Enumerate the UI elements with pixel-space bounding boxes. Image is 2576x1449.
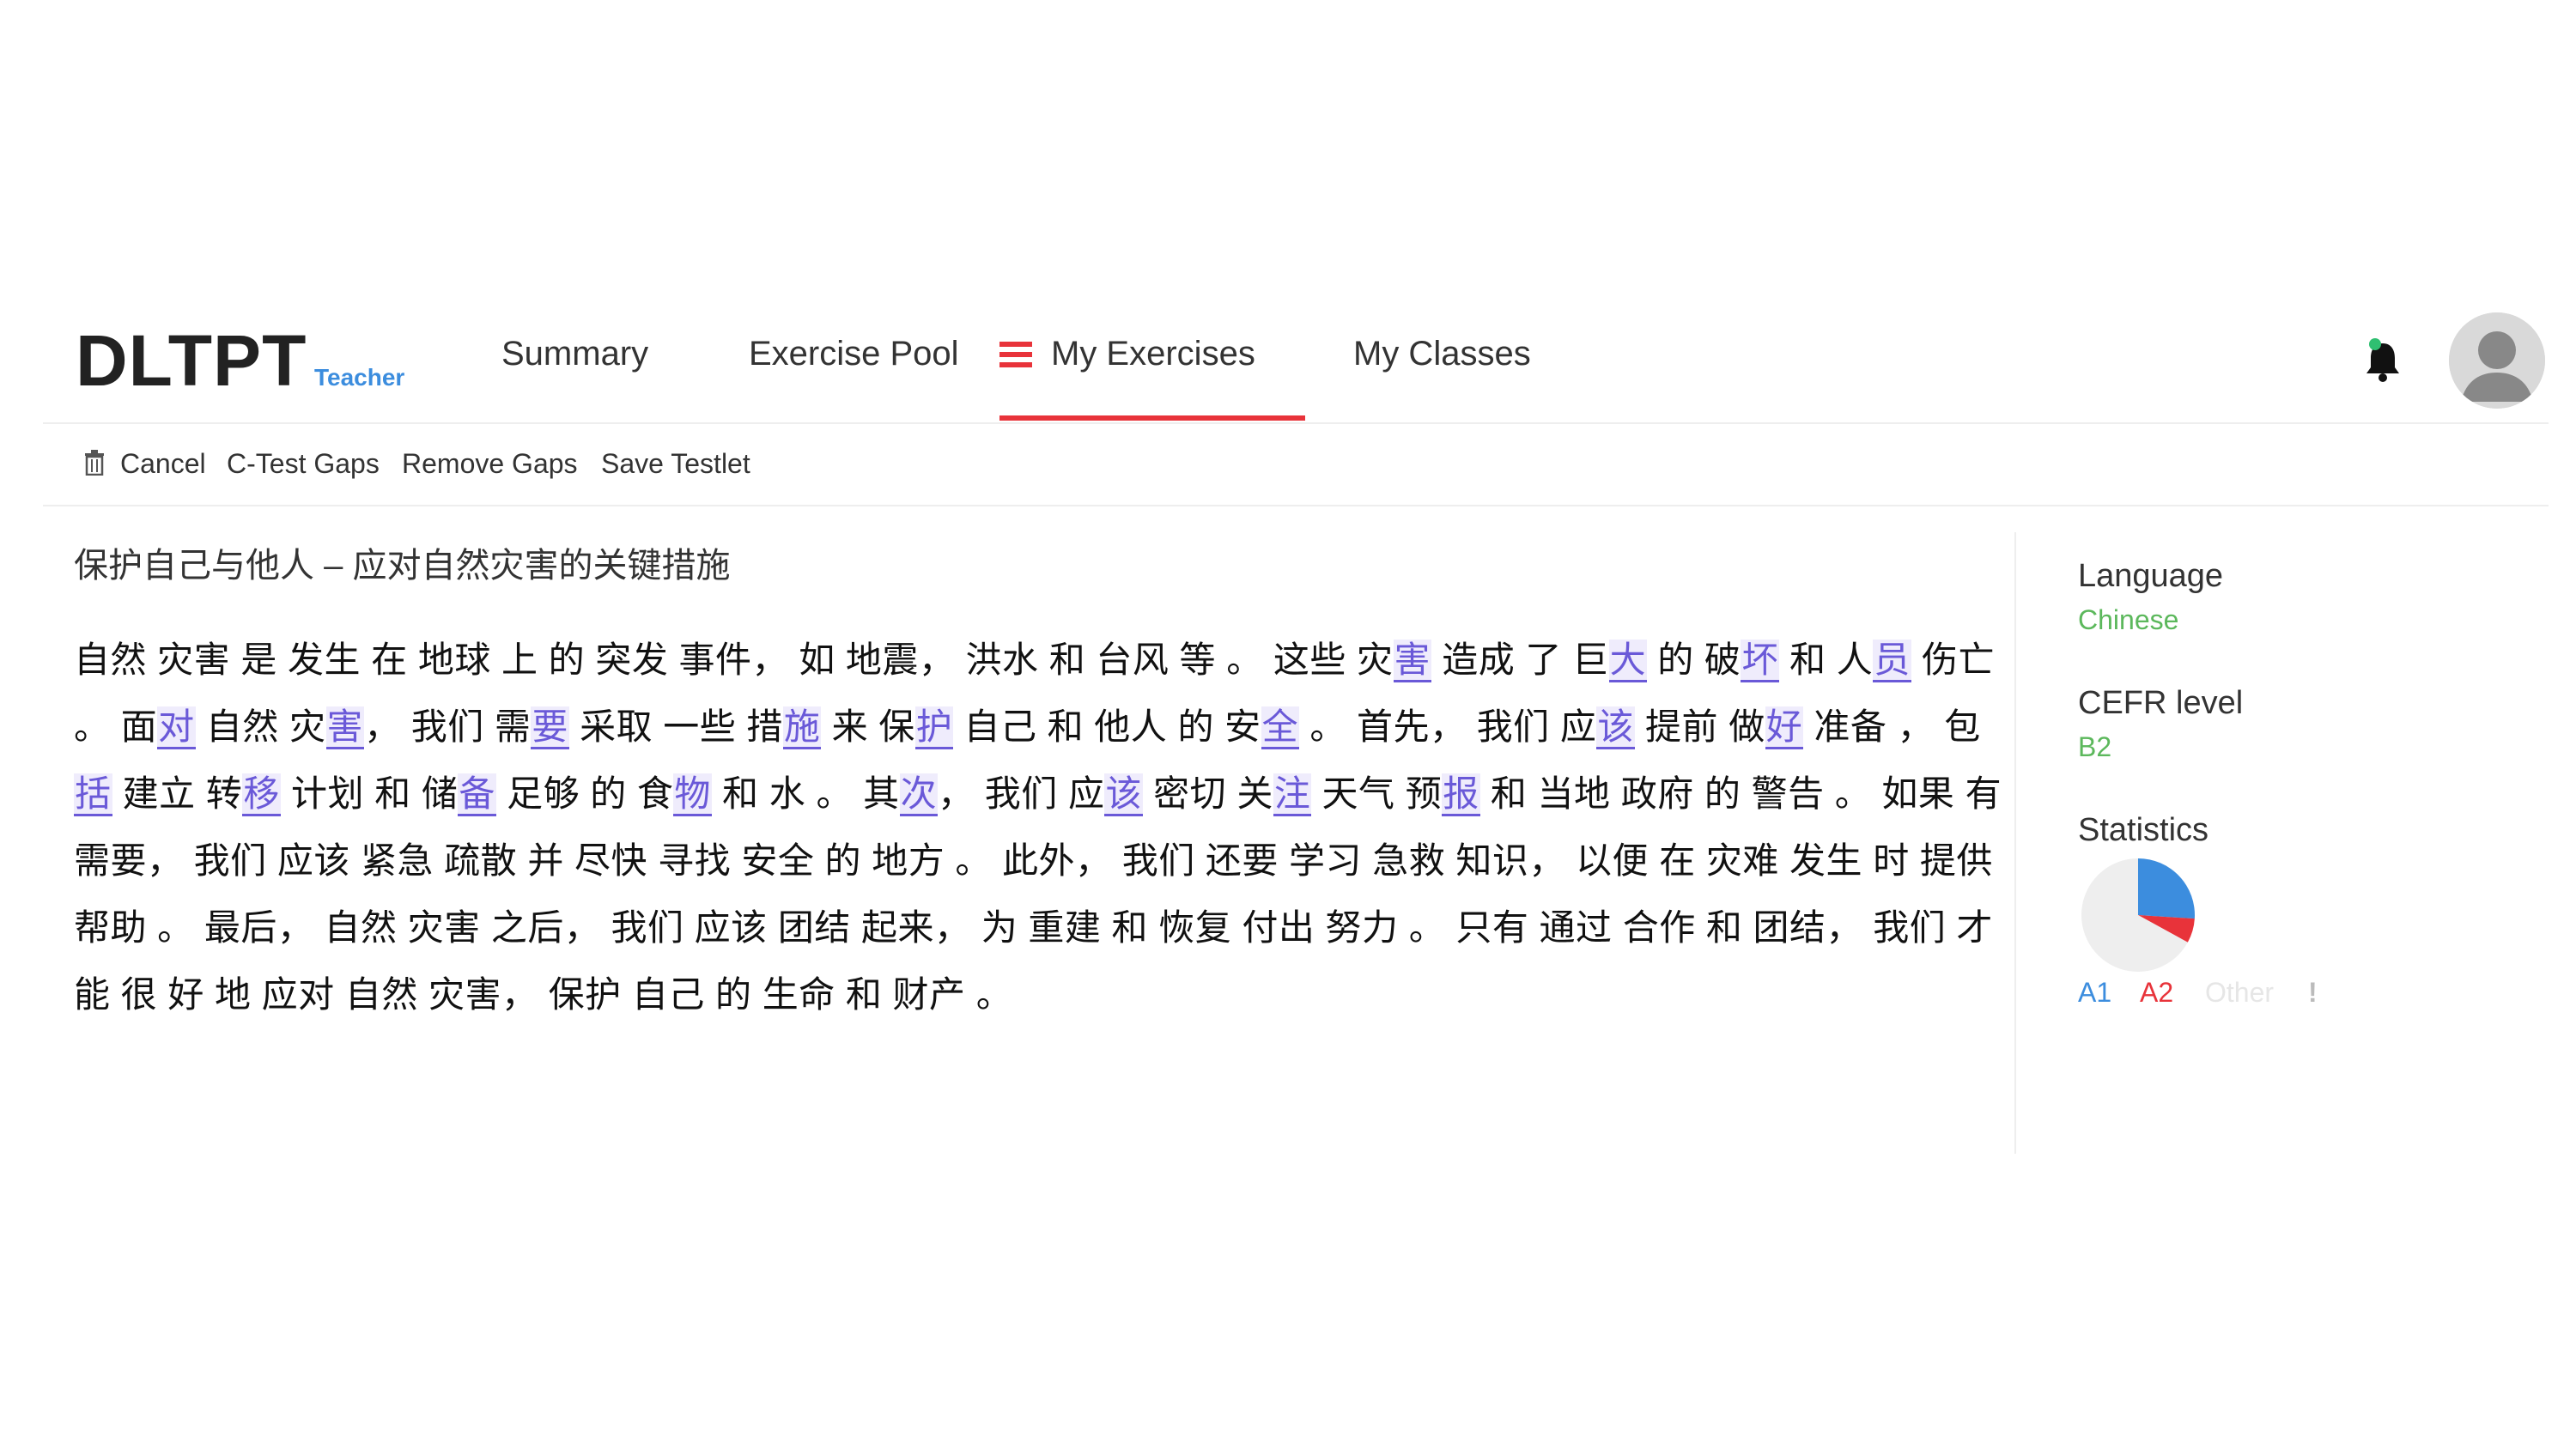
legend-other: Other bbox=[2205, 977, 2275, 1008]
gap-character[interactable]: 坏 bbox=[1741, 640, 1779, 682]
statistics-label: Statistics bbox=[2078, 812, 2209, 848]
passage-text: 和 人 bbox=[1778, 640, 1874, 680]
gap-character[interactable]: 该 bbox=[1104, 773, 1143, 816]
passage-text: 建立 转 bbox=[112, 773, 243, 814]
passage-text: 密切 关 bbox=[1143, 773, 1273, 814]
gap-character[interactable]: 害 bbox=[1393, 640, 1432, 682]
statistics-pie-chart bbox=[2081, 858, 2195, 972]
language-label: Language bbox=[2078, 558, 2224, 594]
legend-a2: A2 bbox=[2140, 977, 2174, 1008]
legend-warning: ! bbox=[2308, 977, 2318, 1008]
passage-text: 自然 灾 bbox=[195, 706, 326, 747]
passage-text: 准备 ， 包 bbox=[1803, 706, 1981, 747]
remove-gaps-button[interactable]: Remove Gaps bbox=[402, 448, 578, 480]
gap-character[interactable]: 物 bbox=[673, 773, 712, 816]
user-role-label: Teacher bbox=[314, 364, 405, 391]
passage-text: 提前 做 bbox=[1634, 706, 1765, 747]
gap-character[interactable]: 要 bbox=[531, 706, 569, 749]
gap-character[interactable]: 员 bbox=[1873, 640, 1911, 682]
gap-character[interactable]: 施 bbox=[782, 706, 822, 749]
passage-text: 和 水 。 其 bbox=[711, 773, 900, 814]
gap-character[interactable]: 对 bbox=[157, 706, 196, 749]
passage-text: ， 我们 应 bbox=[938, 773, 1105, 814]
active-tab-indicator bbox=[999, 415, 1305, 421]
cefr-level-label: CEFR level bbox=[2078, 685, 2244, 721]
save-testlet-button[interactable]: Save Testlet bbox=[601, 448, 750, 480]
passage-text: 计划 和 储 bbox=[280, 773, 459, 814]
passage-text: 自己 和 他人 的 安 bbox=[953, 706, 1261, 747]
nav-exercise-pool[interactable]: Exercise Pool bbox=[749, 335, 959, 373]
legend-a1: A1 bbox=[2078, 977, 2112, 1008]
avatar[interactable] bbox=[2449, 312, 2545, 409]
cancel-button[interactable]: Cancel bbox=[120, 448, 206, 480]
trash-icon[interactable] bbox=[84, 450, 105, 476]
passage-text: 。 首先， 我们 应 bbox=[1299, 706, 1597, 747]
passage-text: 足够 的 食 bbox=[495, 773, 674, 814]
passage-text: 的 破 bbox=[1647, 640, 1741, 680]
gap-character[interactable]: 好 bbox=[1765, 706, 1804, 749]
gap-character[interactable]: 移 bbox=[242, 773, 281, 816]
gap-character[interactable]: 大 bbox=[1608, 640, 1648, 682]
nav-summary[interactable]: Summary bbox=[501, 335, 648, 373]
passage-text: ， 我们 需 bbox=[364, 706, 532, 747]
app-logo[interactable]: DLTPT bbox=[76, 319, 307, 403]
nav-my-classes[interactable]: My Classes bbox=[1353, 335, 1531, 373]
testlet-info-panel: Language Chinese CEFR level B2 Statistic… bbox=[2078, 558, 2524, 1073]
gap-character[interactable]: 次 bbox=[899, 773, 939, 816]
passage-text: 来 保 bbox=[821, 706, 915, 747]
testlet-toolbar: Cancel C-Test Gaps Remove Gaps Save Test… bbox=[43, 424, 2549, 506]
content-divider bbox=[2014, 532, 2016, 1154]
bell-icon[interactable] bbox=[2361, 336, 2404, 385]
language-value: Chinese bbox=[2078, 604, 2179, 635]
passage-text: 造成 了 巨 bbox=[1431, 640, 1609, 680]
gap-character[interactable]: 该 bbox=[1596, 706, 1635, 749]
testlet-passage[interactable]: 自然 灾害 是 发生 在 地球 上 的 突发 事件， 如 地震， 洪水 和 台风… bbox=[74, 627, 2006, 1028]
cefr-level-value: B2 bbox=[2078, 731, 2112, 762]
testlet-title: 保护自己与他人 – 应对自然灾害的关键措施 bbox=[74, 547, 731, 585]
gap-character[interactable]: 护 bbox=[914, 706, 954, 749]
app-header: DLTPT Teacher Summary Exercise Pool My E… bbox=[43, 292, 2549, 424]
passage-text: 采取 一些 措 bbox=[568, 706, 783, 747]
gap-character[interactable]: 害 bbox=[325, 706, 365, 749]
passage-text: 自然 灾害 是 发生 在 地球 上 的 突发 事件， 如 地震， 洪水 和 台风… bbox=[74, 640, 1394, 680]
testlet-editor: 保护自己与他人 – 应对自然灾害的关键措施 自然 灾害 是 发生 在 地球 上 … bbox=[43, 532, 2009, 1150]
pie-slice-a1 bbox=[2138, 858, 2195, 919]
gap-character[interactable]: 全 bbox=[1261, 706, 1300, 749]
gap-character[interactable]: 报 bbox=[1442, 773, 1480, 816]
menu-icon[interactable] bbox=[999, 342, 1032, 367]
passage-text: 天气 预 bbox=[1311, 773, 1443, 814]
c-test-gaps-button[interactable]: C-Test Gaps bbox=[227, 448, 380, 480]
gap-character[interactable]: 括 bbox=[74, 773, 112, 816]
gap-character[interactable]: 注 bbox=[1273, 773, 1312, 816]
nav-my-exercises[interactable]: My Exercises bbox=[1051, 335, 1255, 373]
gap-character[interactable]: 备 bbox=[458, 773, 496, 816]
